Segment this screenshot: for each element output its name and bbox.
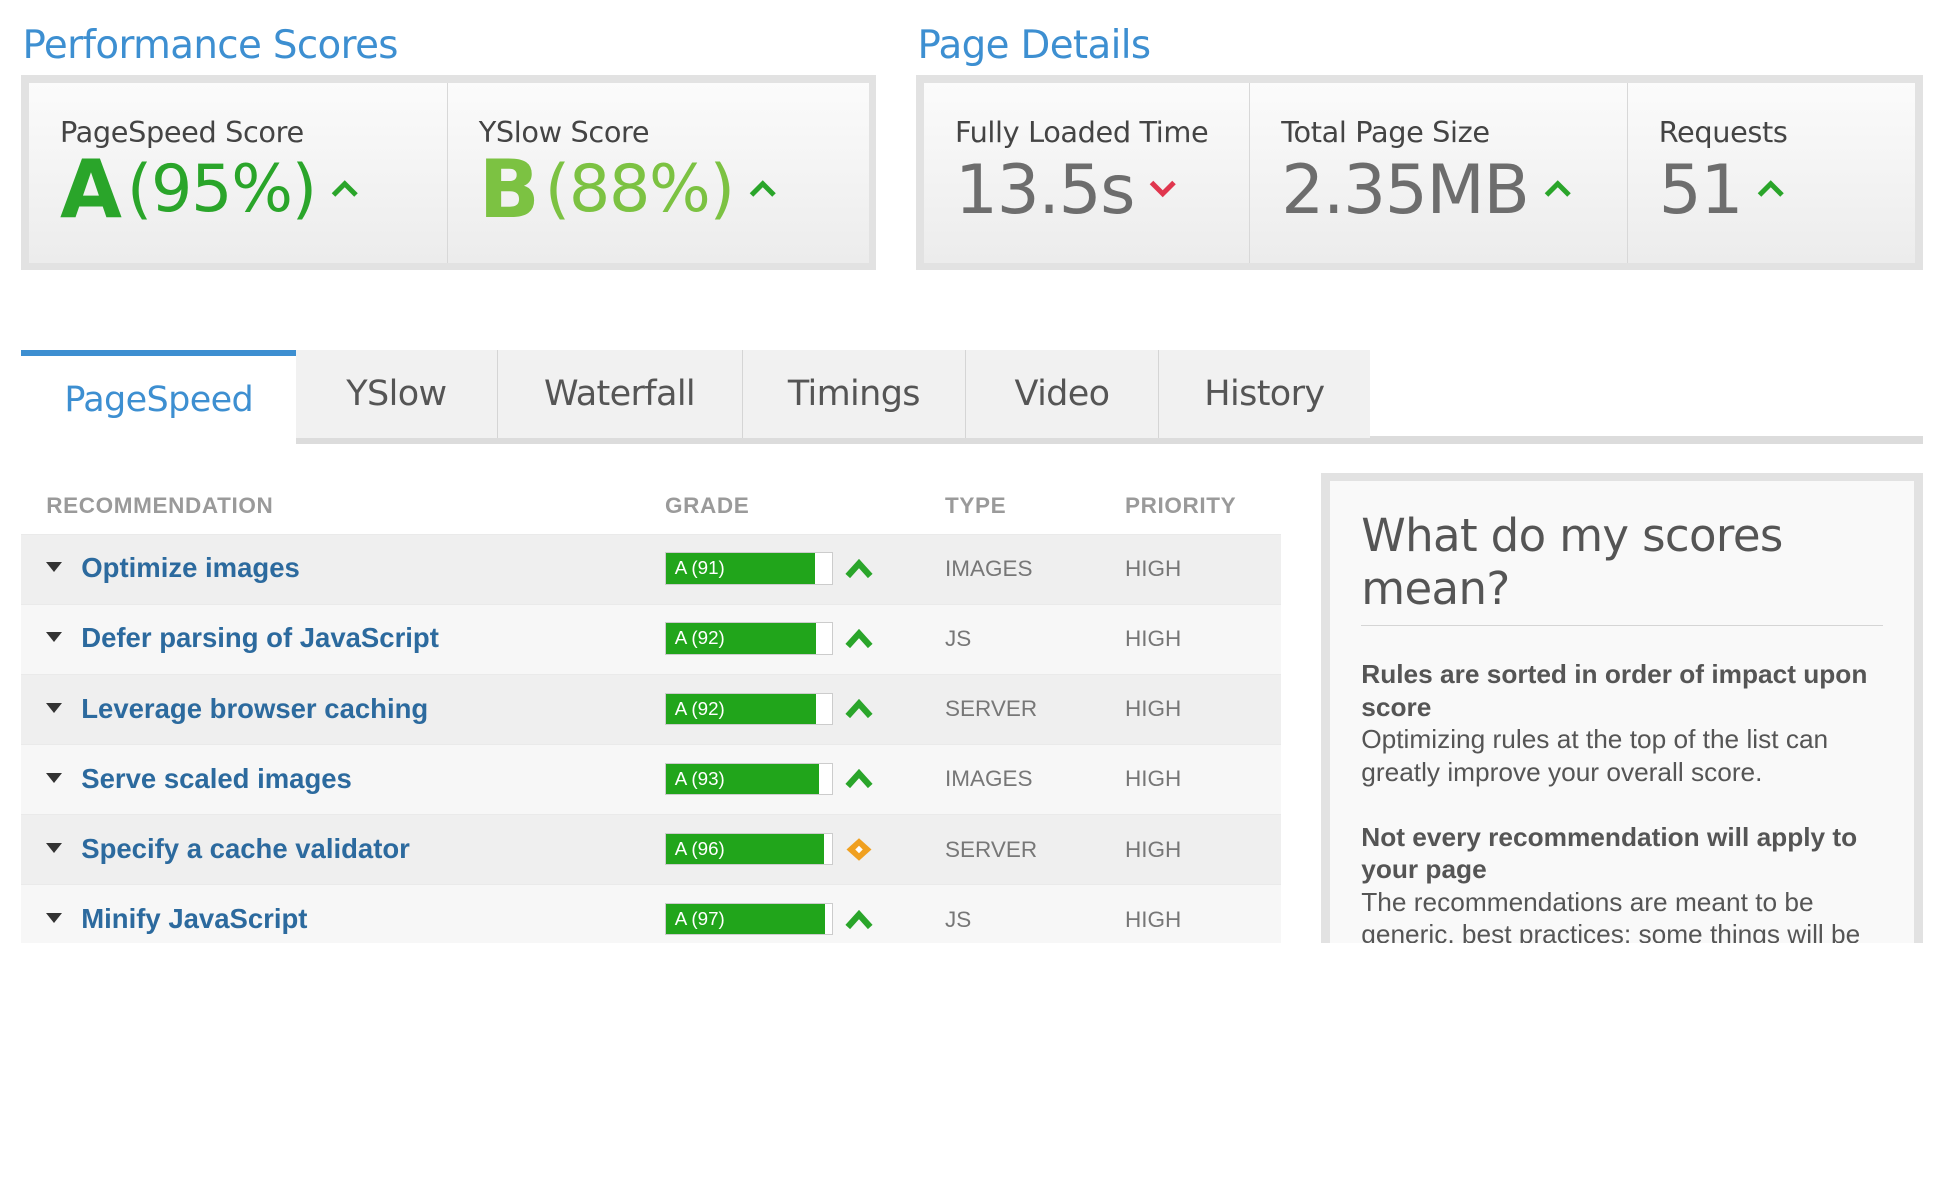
up-arrow-icon: [845, 769, 873, 789]
report-page: Performance Scores PageSpeed Score A (95…: [0, 0, 1956, 943]
performance-scores-title: Performance Scores: [22, 22, 399, 68]
type-cell: SERVER: [945, 836, 1038, 862]
requests-value: 51: [1658, 149, 1744, 229]
tab-waterfall[interactable]: Waterfall: [497, 350, 743, 438]
report-tabs: PageSpeed YSlow Waterfall Timings Video …: [21, 350, 1923, 444]
table-row[interactable]: Defer parsing of JavaScript A (92) JS HIGH: [21, 603, 1282, 674]
grade-bar: A (93): [665, 762, 833, 796]
pagespeed-percent: (95%): [126, 151, 317, 227]
help-heading-2: Not every recommendation will apply to y…: [1361, 821, 1858, 885]
table-row[interactable]: Serve scaled images A (93) IMAGES HIGH: [21, 744, 1282, 815]
table-row[interactable]: Leverage browser caching A (92) SERVER HIGH: [21, 674, 1282, 745]
type-cell: SERVER: [945, 696, 1038, 722]
type-cell: JS: [945, 626, 972, 652]
priority-cell: HIGH: [1125, 906, 1182, 932]
recommendations-table: RECOMMENDATION GRADE TYPE PRIORITY Optim…: [21, 475, 1282, 943]
trend-up-icon: [1544, 180, 1571, 198]
recommendation-link[interactable]: Minify JavaScript: [81, 903, 307, 935]
priority-cell: HIGH: [1125, 696, 1182, 722]
type-cell: JS: [945, 906, 972, 932]
yslow-score-cell: YSlow Score B (88%): [448, 83, 869, 263]
yslow-percent: (88%): [544, 151, 735, 227]
up-arrow-icon: [845, 558, 873, 579]
grade-bar: A (97): [665, 902, 833, 936]
recommendation-link[interactable]: Optimize images: [81, 552, 300, 584]
header-priority[interactable]: PRIORITY: [1125, 493, 1236, 519]
grade-bar: A (92): [665, 622, 833, 655]
grade-bar: A (96): [665, 832, 833, 866]
grade-bar-fill: A (91): [666, 553, 815, 584]
recommendation-link[interactable]: Serve scaled images: [81, 763, 352, 795]
tab-video[interactable]: Video: [966, 350, 1159, 438]
requests-label: Requests: [1658, 115, 1788, 149]
table-row[interactable]: Specify a cache validator A (96) SERVER HIG…: [21, 814, 1282, 885]
grade-bar: A (91): [665, 552, 833, 585]
expand-caret-icon[interactable]: [46, 702, 63, 713]
table-header: RECOMMENDATION GRADE TYPE PRIORITY: [21, 475, 1281, 534]
up-arrow-icon: [845, 699, 873, 719]
expand-caret-icon[interactable]: [46, 632, 63, 643]
table-row[interactable]: Optimize images A (91) IMAGES HIGH: [21, 533, 1282, 604]
performance-scores-panel: PageSpeed Score A (95%) YSlow Score B (8…: [21, 75, 877, 270]
grade-bar-fill: A (93): [666, 763, 819, 795]
fully-loaded-label: Fully Loaded Time: [955, 115, 1209, 149]
recommendation-link[interactable]: Specify a cache validator: [81, 833, 410, 865]
priority-cell: HIGH: [1125, 626, 1182, 652]
table-row[interactable]: Minify JavaScript A (97) JS HIGH: [21, 884, 1282, 943]
pagespeed-score-cell: PageSpeed Score A (95%): [29, 82, 448, 263]
header-type[interactable]: TYPE: [945, 493, 1006, 519]
pagespeed-grade: A: [60, 142, 122, 236]
grade-bar-fill: A (97): [666, 903, 825, 935]
tab-pagespeed[interactable]: PageSpeed: [21, 350, 297, 444]
priority-cell: HIGH: [1125, 766, 1182, 792]
trend-up-icon: [331, 180, 358, 198]
priority-cell: HIGH: [1125, 836, 1182, 862]
requests-cell: Requests 51: [1628, 83, 1914, 263]
up-arrow-icon: [845, 909, 873, 929]
tab-history[interactable]: History: [1158, 350, 1370, 438]
tab-yslow[interactable]: YSlow: [296, 350, 498, 438]
grade-bar-fill: A (96): [666, 833, 824, 865]
help-text-1: Optimizing rules at the top of the list …: [1361, 724, 1829, 787]
expand-caret-icon[interactable]: [46, 842, 63, 853]
grade-bar-fill: A (92): [666, 693, 816, 724]
grade-bar-fill: A (92): [666, 623, 816, 654]
tab-timings[interactable]: Timings: [742, 350, 967, 438]
header-grade[interactable]: GRADE: [665, 493, 749, 519]
priority-cell: HIGH: [1125, 556, 1182, 581]
header-recommendation[interactable]: RECOMMENDATION: [46, 493, 273, 519]
type-cell: IMAGES: [945, 556, 1033, 581]
total-page-size-label: Total Page Size: [1281, 115, 1490, 149]
yslow-grade: B: [478, 142, 540, 236]
expand-caret-icon[interactable]: [46, 562, 63, 573]
help-text-2: The recommendations are meant to be gene…: [1361, 886, 1861, 943]
total-page-size-cell: Total Page Size 2.35MB: [1250, 82, 1628, 263]
trend-up-icon: [1757, 180, 1784, 198]
recommendation-link[interactable]: Leverage browser caching: [81, 693, 428, 725]
total-page-size-value: 2.35MB: [1281, 149, 1530, 229]
diamond-icon: [846, 837, 872, 861]
fully-loaded-value: 13.5s: [955, 149, 1135, 229]
page-details-title: Page Details: [917, 22, 1152, 68]
help-title: What do my scores mean?: [1361, 509, 1883, 626]
type-cell: IMAGES: [945, 766, 1033, 792]
help-heading-1: Rules are sorted in order of impact upon…: [1361, 659, 1868, 722]
trend-down-icon: [1149, 180, 1176, 198]
trend-up-icon: [749, 180, 776, 198]
expand-caret-icon[interactable]: [46, 772, 63, 783]
grade-bar: A (92): [665, 692, 833, 725]
fully-loaded-cell: Fully Loaded Time 13.5s: [924, 82, 1250, 263]
up-arrow-icon: [845, 628, 873, 649]
scores-help-panel: What do my scores mean? Rules are sorted…: [1321, 472, 1923, 943]
expand-caret-icon[interactable]: [46, 912, 63, 923]
recommendation-link[interactable]: Defer parsing of JavaScript: [81, 622, 439, 654]
page-details-panel: Fully Loaded Time 13.5s Total Page Size …: [916, 75, 1923, 270]
